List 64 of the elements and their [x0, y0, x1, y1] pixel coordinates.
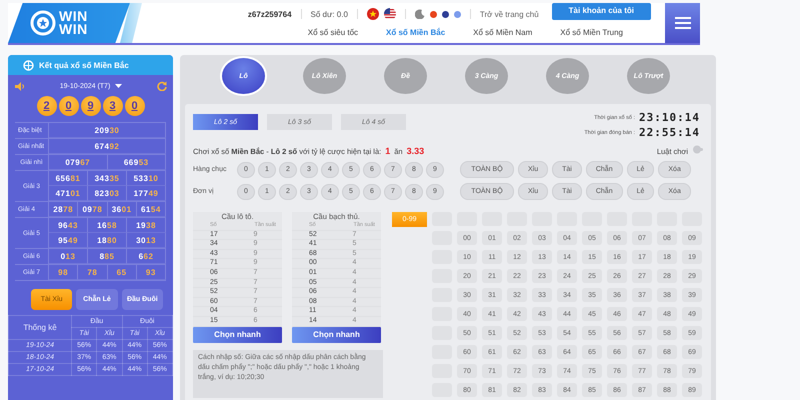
result-ball: 3 [102, 96, 122, 116]
prize-number: 82303 [88, 186, 127, 201]
flag-icon [366, 8, 379, 20]
flag-icon [384, 8, 396, 20]
prize-number: 17749 [127, 186, 166, 201]
prize-number: 93 [136, 265, 166, 280]
nav-link[interactable]: Xổ số Miền Bắc [386, 28, 446, 37]
prize-number: 1880 [88, 233, 127, 248]
logo-text: WIN [59, 10, 88, 23]
prize-number: 9549 [49, 233, 88, 248]
odds-payout: 3.33 [406, 146, 424, 156]
column-header: Thống kê [8, 316, 72, 340]
nav-link[interactable]: Xổ số Miền Nam [473, 28, 532, 37]
prize-number: 53310 [127, 171, 166, 186]
account-button[interactable]: Tài khoản của tôi [552, 2, 651, 20]
prize-number: 07967 [49, 155, 108, 170]
prize-number: 013 [49, 249, 88, 264]
result-ball: 0 [58, 96, 78, 116]
prize-number: 78 [78, 265, 108, 280]
toggle-icon [692, 145, 703, 154]
prize-number: 20930 [49, 123, 166, 138]
result-ball: 0 [124, 96, 144, 116]
odds-stake: 1 [385, 146, 390, 156]
prize-number: 1938 [127, 218, 166, 233]
moon-icon [414, 9, 425, 19]
prize-number: 47101 [49, 186, 88, 201]
prize-number: 662 [127, 249, 166, 264]
quick-pick-button[interactable]: Chọn nhanh [292, 326, 381, 343]
countdown-time: 23:10:14 [639, 111, 700, 124]
caret-icon [115, 84, 122, 88]
prize-number: 67492 [49, 139, 166, 154]
refresh-icon[interactable] [157, 81, 167, 91]
prize-number: 1658 [88, 218, 127, 233]
panel-title: Kết quả xổ số Miền Bắc [39, 60, 129, 70]
countdown-time: 22:55:14 [639, 126, 700, 139]
result-ball: 2 [36, 96, 56, 116]
prize-number: 98 [49, 265, 78, 280]
prize-number: 0978 [78, 202, 108, 217]
prize-number: 65 [108, 265, 137, 280]
home-link[interactable]: Trở về trang chủ [480, 10, 539, 18]
quick-pick-button[interactable]: Chọn nhanh [193, 326, 282, 343]
username: z67z259764 [248, 10, 292, 18]
logo-text: WIN [59, 23, 88, 36]
prize-number: 66953 [108, 155, 166, 170]
result-ball: 9 [80, 96, 100, 116]
speaker-icon [15, 82, 25, 90]
prize-number: 9643 [49, 218, 88, 233]
theme-dot[interactable] [442, 10, 449, 18]
globe-icon [23, 60, 34, 70]
prize-number: 6154 [136, 202, 166, 217]
prize-number: 2878 [49, 202, 78, 217]
prize-number: 885 [88, 249, 127, 264]
theme-dot[interactable] [430, 10, 437, 18]
logo-icon [30, 10, 56, 36]
balance-text: Số dư: 0.0 [310, 10, 348, 18]
nav-link[interactable]: Xổ số siêu tốc [308, 28, 358, 37]
nav-link[interactable]: Xổ số Miền Trung [560, 28, 623, 37]
theme-dot[interactable] [454, 10, 461, 18]
prize-number: 3013 [127, 233, 166, 248]
menu-icon [674, 16, 690, 30]
prize-number: 34335 [88, 171, 127, 186]
prize-number: 65681 [49, 171, 88, 186]
menu-button[interactable] [665, 3, 700, 43]
prize-number: 3601 [108, 202, 137, 217]
